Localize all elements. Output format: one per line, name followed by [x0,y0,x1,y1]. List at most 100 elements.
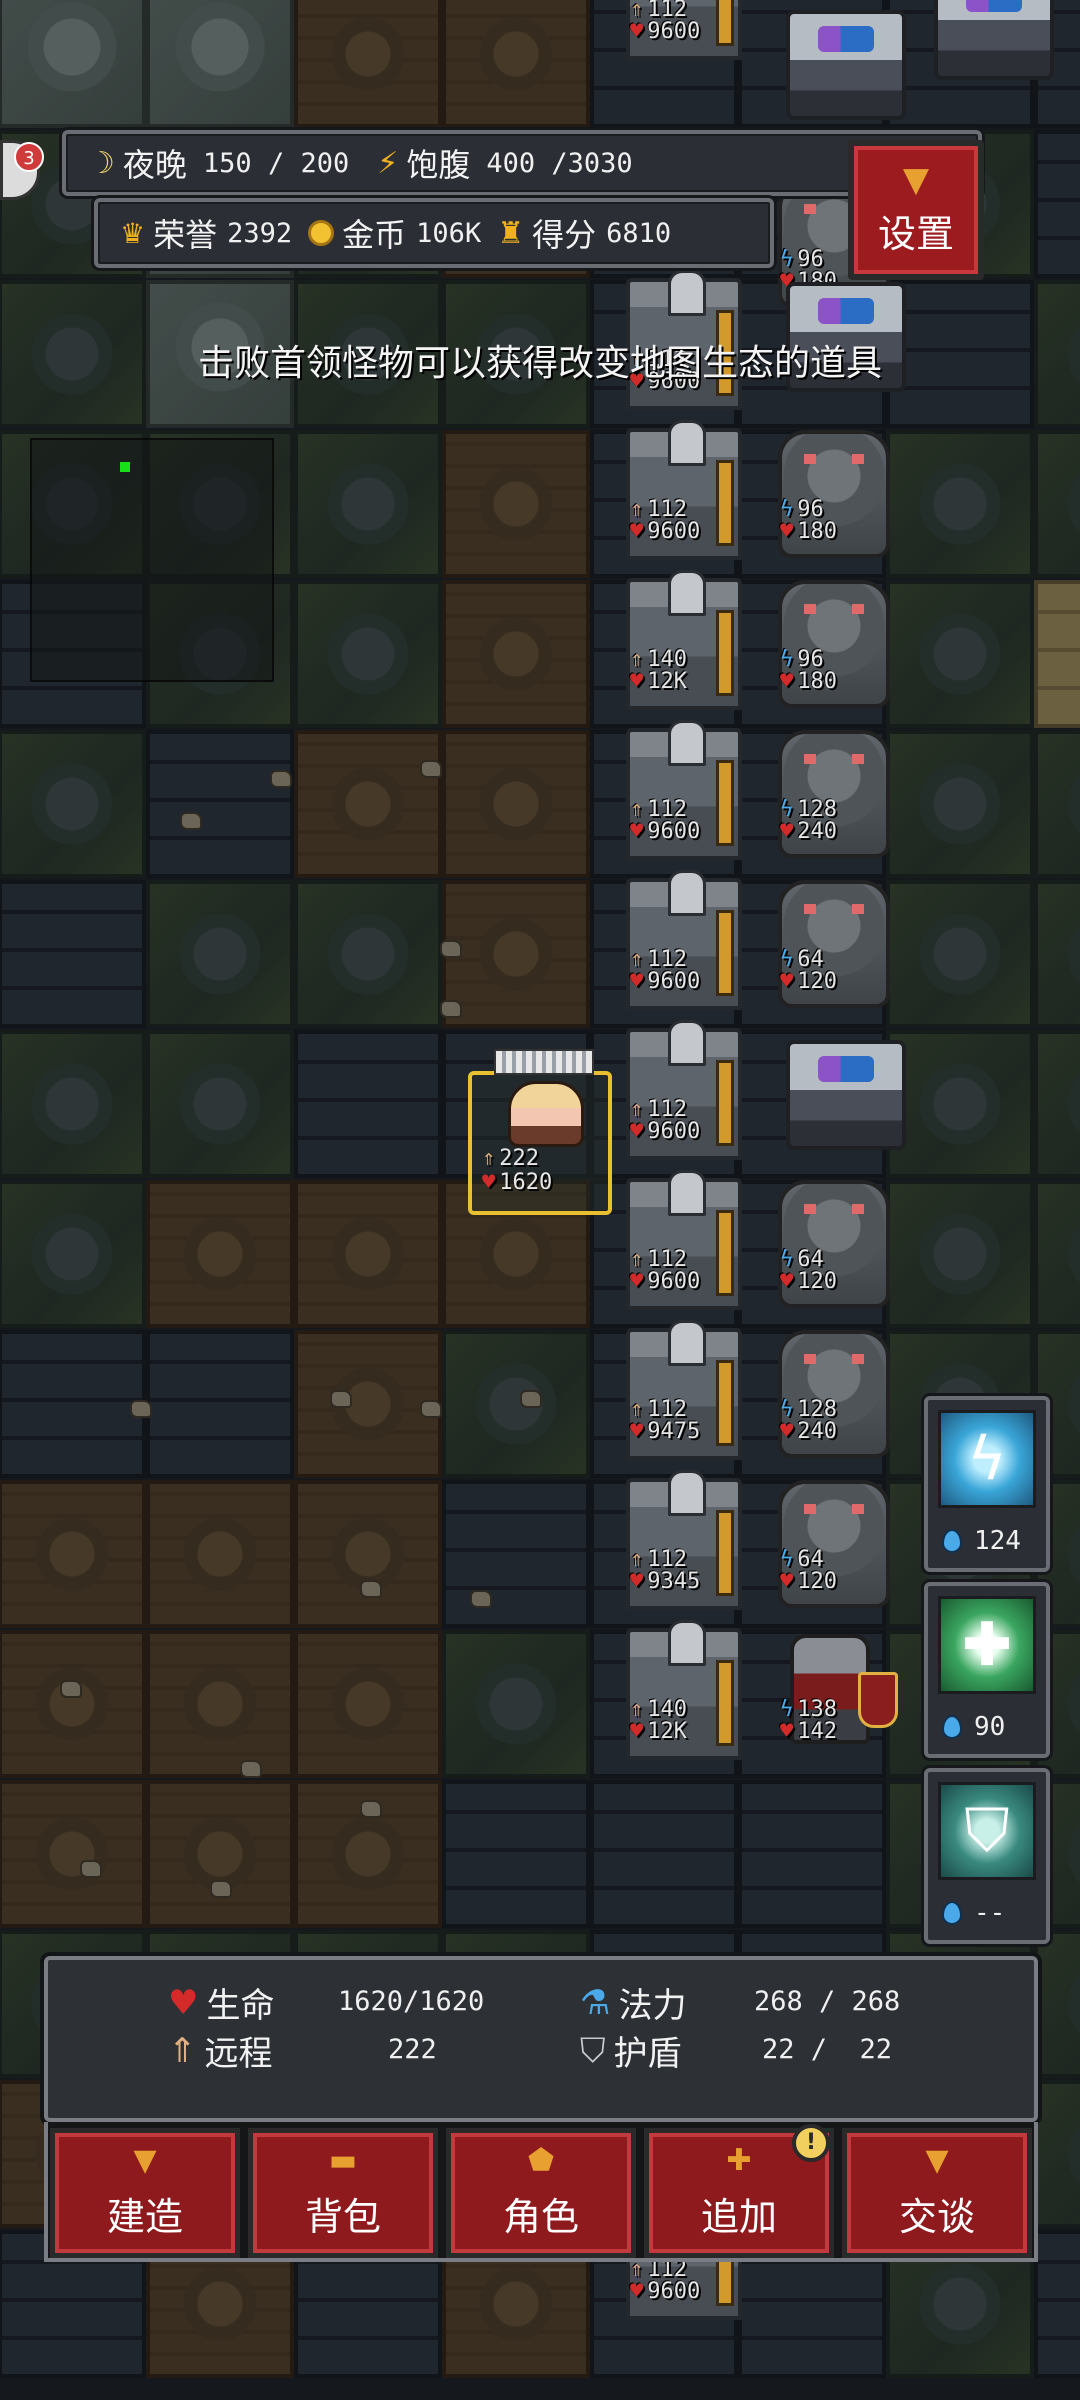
golem-unit[interactable]: ϟ 64 ♥ 120 [766,1470,902,1618]
map-tile[interactable] [1034,1030,1080,1178]
map-tile[interactable] [146,880,294,1028]
settings-button[interactable]: ▼ 设置 [848,140,984,280]
map-tile[interactable] [294,1180,442,1328]
bow-icon: ⇑ [168,2030,197,2071]
score-label: 得分 [532,216,597,254]
backpack-button[interactable]: ▬ 背包 [248,2128,438,2258]
rock-decoration [440,1000,462,1018]
talk-button[interactable]: ▼ 交谈 [842,2128,1032,2258]
heart-icon: ♥ [630,19,644,44]
tower-spire [668,720,706,766]
map-tile[interactable] [146,1780,294,1928]
skill-shield-button[interactable]: ⛉ -- [924,1768,1050,1944]
hero-selection[interactable]: ⇑ 222 ♥ 1620 [468,1049,612,1215]
map-tile[interactable] [146,1180,294,1328]
tower-unit[interactable]: ⇑ 112 ♥ 9600 [616,1020,752,1168]
map-tile[interactable] [886,730,1034,878]
map-tile[interactable] [1034,130,1080,278]
character-button[interactable]: ⬟ 角色 [446,2128,636,2258]
map-tile[interactable] [886,1180,1034,1328]
tower-spire [668,1170,706,1216]
generator-machine[interactable] [786,10,906,120]
golem-unit[interactable]: ϟ 64 ♥ 120 [766,870,902,1018]
map-tile[interactable] [0,0,146,128]
map-tile[interactable] [294,880,442,1028]
map-tile[interactable] [294,730,442,878]
golem-unit[interactable]: ϟ96♥180 [766,420,902,568]
map-tile[interactable] [1034,730,1080,878]
golem-unit[interactable]: ϟ 128 ♥ 240 [766,1320,902,1468]
map-tile[interactable] [886,580,1034,728]
tower-unit[interactable]: ⇑ 112 ♥ 9600 [616,870,752,1018]
map-tile[interactable] [0,730,146,878]
map-tile[interactable] [146,1030,294,1178]
tower-unit[interactable]: ⇑ 112 ♥ 9600 [616,1170,752,1318]
map-tile[interactable] [294,1480,442,1628]
map-tile[interactable] [0,1030,146,1178]
map-tile[interactable] [146,0,294,128]
tower-unit[interactable]: ⇑ 140 ♥ 12K [616,570,752,718]
map-tile[interactable] [886,880,1034,1028]
map-tile[interactable] [294,580,442,728]
map-tile[interactable] [0,880,146,1028]
map-tile[interactable] [442,880,590,1028]
time-display: ☽ 夜晚 150 / 200 [88,140,349,186]
tower-unit[interactable]: ⇑ 140 ♥ 12K [616,1620,752,1768]
map-tile[interactable] [1034,2080,1080,2228]
map-tile[interactable] [294,0,442,128]
map-tile[interactable] [0,1480,146,1628]
map-tile[interactable] [1034,580,1080,728]
talk-label: 交谈 [898,2194,975,2239]
map-tile[interactable] [442,730,590,878]
map-tile[interactable] [442,1330,590,1478]
map-tile[interactable] [146,1630,294,1778]
tower-unit[interactable]: ⇑ 112 ♥ 9600 [616,420,752,568]
build-button[interactable]: ▼ 建造 [50,2128,240,2258]
generator-machine[interactable] [934,0,1054,80]
map-tile[interactable] [0,1780,146,1928]
map-tile[interactable] [886,1030,1034,1178]
tower-unit[interactable]: ⇑ 112 ♥ 9600 [616,720,752,868]
map-tile[interactable] [1034,1180,1080,1328]
rock-decoration [180,812,202,830]
knight-unit[interactable]: ϟ 138 ♥ 142 [766,1620,902,1768]
map-tile[interactable] [738,1780,886,1928]
skill-lightning-button[interactable]: ϟ 124 [924,1396,1050,1572]
golem-hp-value: 120 [797,1569,837,1594]
skill-heal-button[interactable]: ✚ 90 [924,1582,1050,1758]
honor-label: 荣誉 [153,216,218,254]
minimap[interactable] [30,438,274,682]
honor-display: ♛ 荣誉 2392 [120,210,292,256]
golem-unit[interactable]: ϟ 128 ♥ 240 [766,720,902,868]
golem-unit[interactable]: ϟ 64 ♥ 120 [766,1170,902,1318]
map-tile[interactable] [1034,430,1080,578]
map-tile[interactable] [442,1780,590,1928]
map-tile[interactable] [0,1330,146,1478]
map-tile[interactable] [146,730,294,878]
tower-unit[interactable]: ⇑ 112 ♥ 9600 [616,0,752,68]
map-tile[interactable] [146,1330,294,1478]
map-tile[interactable] [442,580,590,728]
map-tile[interactable] [442,1630,590,1778]
map-tile[interactable] [294,430,442,578]
map-tile[interactable] [0,1630,146,1778]
golem-unit[interactable]: ϟ96♥180 [766,570,902,718]
map-tile[interactable] [146,1480,294,1628]
map-tile[interactable] [442,0,590,128]
map-tile[interactable] [442,1480,590,1628]
tower-unit[interactable]: ⇑ 112 ♥ 9475 [616,1320,752,1468]
moon-icon: ☽ [88,145,115,181]
map-tile[interactable] [0,1180,146,1328]
map-tile[interactable] [590,1780,738,1928]
map-tile[interactable] [1034,880,1080,1028]
tower-unit[interactable]: ⇑ 112 ♥ 9345 [616,1470,752,1618]
map-tile[interactable] [886,430,1034,578]
map-tile[interactable] [1034,2230,1080,2378]
map-tile[interactable] [294,1630,442,1778]
minimap-player-dot [120,462,130,472]
map-tile[interactable] [294,1030,442,1178]
generator-machine[interactable] [786,1040,906,1150]
map-tile[interactable] [442,430,590,578]
map-tile[interactable] [1034,1930,1080,2078]
satiety-value: 400 /3030 [486,147,633,179]
